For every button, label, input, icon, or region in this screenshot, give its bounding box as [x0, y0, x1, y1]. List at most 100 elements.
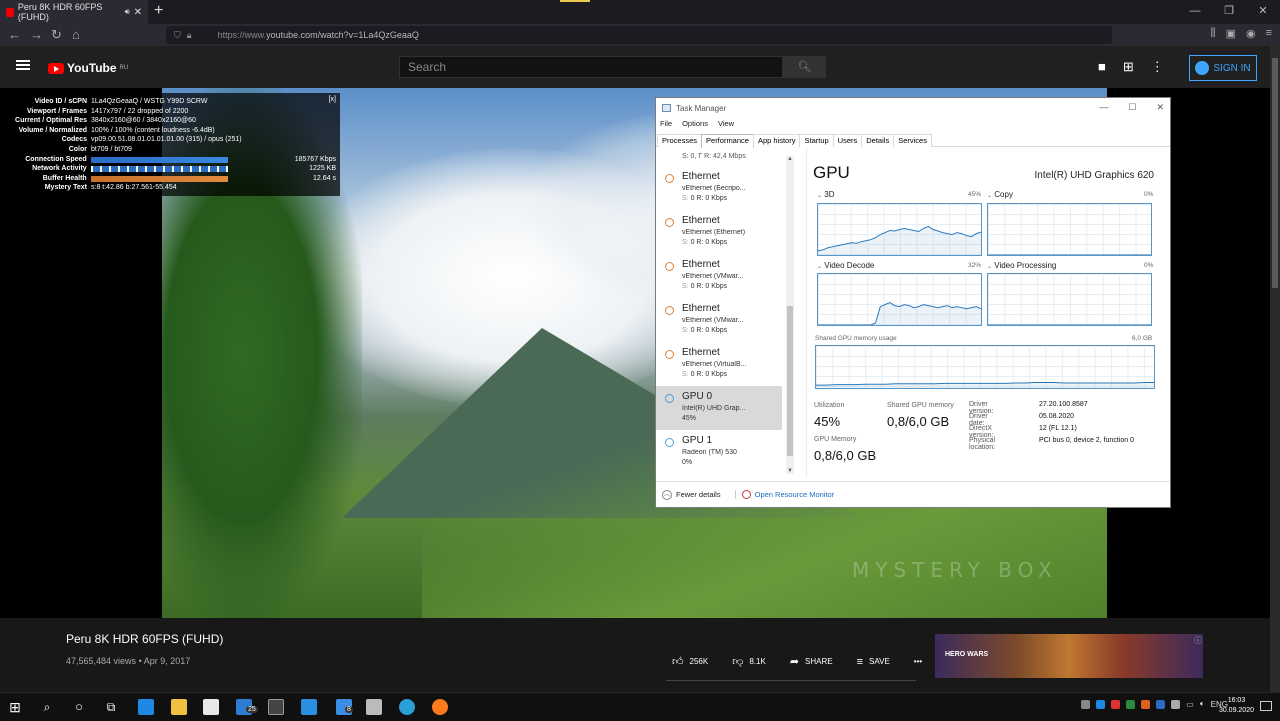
thumbs-down-icon[interactable]: 👎︎	[732, 655, 743, 668]
browser-tab[interactable]: Peru 8K HDR 60FPS (FUHD) 🔊︎ ✕	[0, 0, 148, 24]
chevron-down-icon[interactable]: ⌄	[817, 264, 822, 270]
tm-title-bar[interactable]: Task Manager — ☐ ✕	[656, 98, 1170, 118]
tray-icon[interactable]	[1111, 699, 1121, 709]
address-bar[interactable]: ⛉ 🔒︎ https://www.youtube.com/watch?v=1La…	[166, 26, 1112, 44]
search-input[interactable]: Search	[399, 56, 783, 78]
tm-maximize-button[interactable]: ☐	[1128, 102, 1136, 113]
start-windows-icon[interactable]: ⊞	[0, 693, 30, 721]
thumbs-up-icon[interactable]: 👍︎	[672, 655, 684, 668]
scroll-down-icon[interactable]: ▼	[787, 468, 793, 474]
engine-processing-label[interactable]: Video Processing	[994, 261, 1056, 270]
stats-close-button[interactable]: [x]	[329, 96, 336, 103]
create-video-icon[interactable]: ■	[1098, 59, 1106, 75]
telegram-icon[interactable]	[399, 699, 415, 715]
tray-icon[interactable]	[1141, 699, 1151, 709]
search-button[interactable]: 🔍︎	[783, 56, 826, 78]
tab-processes[interactable]: Processes	[657, 134, 703, 147]
share-icon[interactable]: ➦	[790, 655, 799, 668]
ad-info-icon[interactable]: ⓘ	[1194, 635, 1202, 646]
tray-icon[interactable]	[1126, 699, 1136, 709]
task-manager-taskbar-icon[interactable]	[366, 699, 382, 715]
more-actions-button[interactable]: •••	[914, 657, 922, 666]
firefox-icon[interactable]	[432, 699, 448, 715]
page-scrollbar[interactable]	[1270, 46, 1280, 692]
tab-close-button[interactable]: ✕	[134, 7, 142, 18]
graph-video-decode	[817, 273, 982, 326]
sidebar-item-ethernet[interactable]: Ethernet vEthernet (VirtualB... S: 0 R: 0 …	[656, 342, 782, 386]
sidebar-item-ethernet[interactable]: Ethernet vEthernet (VMwar... S: 0 R: 0 Kbp…	[656, 298, 782, 342]
stats-row: Current / Optimal Res 3840x2160@60 / 3840…	[11, 116, 336, 126]
back-icon[interactable]: ←	[8, 27, 21, 43]
scroll-up-icon[interactable]: ▲	[787, 156, 793, 162]
save-button[interactable]: SAVE	[869, 657, 890, 666]
tm-close-button[interactable]: ✕	[1156, 102, 1164, 113]
open-resource-monitor-link[interactable]: Open Resource Monitor	[734, 490, 834, 499]
lock-icon[interactable]: 🔒︎	[187, 30, 192, 41]
chevron-down-icon[interactable]: ⌄	[987, 264, 992, 270]
account-icon[interactable]: ◉	[1246, 27, 1256, 40]
reload-icon[interactable]: ↻	[51, 27, 62, 43]
engine-copy-label[interactable]: Copy	[994, 190, 1013, 199]
dislike-count[interactable]: 8.1K	[749, 657, 765, 666]
volume-icon[interactable]: 🔈︎	[1200, 699, 1205, 709]
task-view-icon[interactable]: ⧉	[96, 693, 126, 721]
tab-services[interactable]: Services	[893, 134, 932, 147]
chevron-down-icon[interactable]: ⌄	[987, 193, 992, 199]
library-icon[interactable]: ⫼	[1211, 27, 1216, 40]
home-icon[interactable]: ⌂	[72, 27, 80, 43]
terminal-icon[interactable]	[268, 699, 284, 715]
hamburger-menu-icon[interactable]	[16, 60, 30, 70]
tab-startup[interactable]: Startup	[799, 134, 834, 147]
share-button[interactable]: SHARE	[805, 657, 833, 666]
new-tab-button[interactable]: +	[154, 2, 163, 20]
chevron-down-icon[interactable]: ⌄	[817, 193, 822, 199]
battery-icon[interactable]: ▭	[1186, 700, 1194, 709]
vscode-icon[interactable]	[301, 699, 317, 715]
engine-3d-label[interactable]: 3D	[824, 190, 834, 199]
tab-performance[interactable]: Performance	[701, 134, 754, 148]
ad-logo-text: HERO WARS	[945, 651, 989, 658]
notifications-icon[interactable]	[1260, 701, 1272, 711]
engine-decode-label[interactable]: Video Decode	[824, 261, 874, 270]
tab-app-history[interactable]: App history	[752, 134, 801, 147]
sidebar-scrollbar[interactable]: ▲ ▼	[786, 156, 794, 474]
fewer-details-button[interactable]: ︿ Fewer details	[662, 489, 721, 500]
sidebar-item-ethernet[interactable]: Ethernet vEthernet (VMwar... S: 0 R: 0 Kbp…	[656, 254, 782, 298]
playlist-add-icon[interactable]: ≡	[857, 656, 863, 668]
tab-details[interactable]: Details	[861, 134, 895, 147]
tm-minimize-button[interactable]: —	[1099, 102, 1108, 113]
tray-icon[interactable]	[1171, 699, 1181, 709]
close-window-button[interactable]: ✕	[1246, 0, 1280, 24]
scroll-thumb[interactable]	[787, 306, 793, 456]
menu-icon[interactable]: ≡	[1266, 27, 1272, 40]
search-icon[interactable]: ⌕	[32, 693, 62, 721]
tab-users[interactable]: Users	[832, 134, 863, 147]
file-explorer-icon[interactable]	[171, 699, 187, 715]
sign-in-button[interactable]: SIGN IN	[1189, 55, 1257, 81]
tray-icon[interactable]	[1081, 699, 1091, 709]
menu-file[interactable]: File	[660, 119, 672, 131]
like-count[interactable]: 256K	[690, 657, 709, 666]
sidebar-item-ethernet[interactable]: Ethernet vEthernet (Ethernet) S: 0 R: 0 Kb…	[656, 210, 782, 254]
youtube-header: YouTube RU Search 🔍︎ ■ ⊞ ⋮ SIGN IN	[0, 46, 1270, 88]
store-icon[interactable]	[203, 699, 219, 715]
cortana-icon[interactable]: ○	[64, 693, 94, 721]
sidebar-item-ethernet[interactable]: Ethernet vEthernet (Беспро... S: 0 R: 0 Kb…	[656, 166, 782, 210]
sidebar-item-gpu-1[interactable]: GPU 1 Radeon (TM) 530 0%	[656, 430, 782, 474]
settings-more-icon[interactable]: ⋮	[1151, 59, 1164, 75]
tray-icon[interactable]	[1156, 699, 1166, 709]
tray-icon[interactable]	[1096, 699, 1106, 709]
edge-icon[interactable]	[138, 699, 154, 715]
minimize-button[interactable]: —	[1178, 0, 1212, 24]
youtube-logo[interactable]: YouTube RU	[48, 61, 128, 75]
restore-button[interactable]: ❐	[1212, 0, 1246, 24]
clock[interactable]: 16:03 30.09.2020	[1219, 696, 1254, 716]
sidebar-item-gpu-0[interactable]: GPU 0 Intel(R) UHD Grap... 45%	[656, 386, 782, 430]
menu-view[interactable]: View	[718, 119, 734, 131]
apps-grid-icon[interactable]: ⊞	[1123, 59, 1134, 75]
shield-icon[interactable]: ⛉	[174, 30, 181, 41]
forward-icon[interactable]: →	[30, 27, 43, 43]
menu-options[interactable]: Options	[682, 119, 708, 131]
sidebar-icon[interactable]: ▣	[1226, 27, 1236, 40]
speaker-icon[interactable]: 🔊︎	[125, 7, 130, 17]
